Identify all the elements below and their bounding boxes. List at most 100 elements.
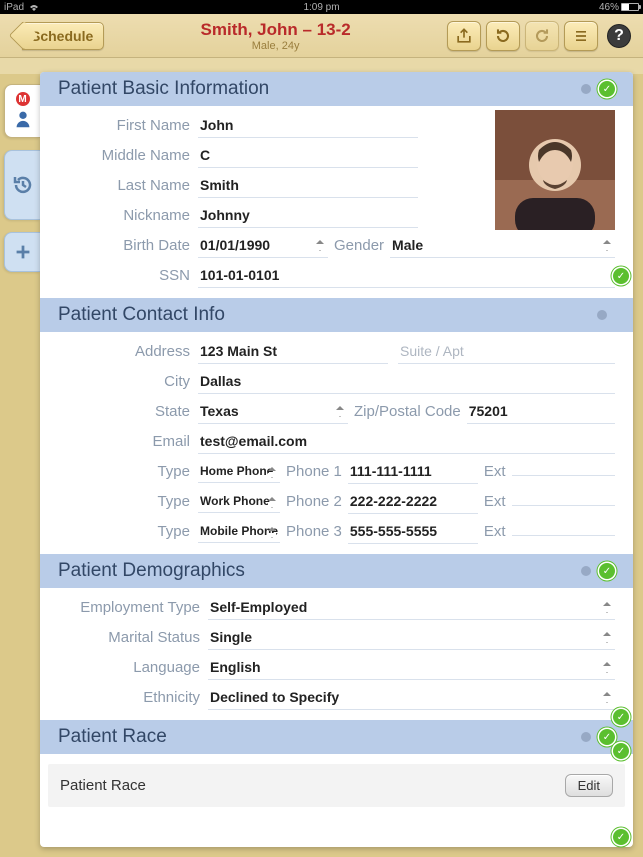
race-row: Patient Race Edit bbox=[48, 764, 625, 807]
input-suite[interactable]: Suite / Apt bbox=[398, 339, 615, 364]
row-city: City Dallas bbox=[40, 366, 633, 396]
label-city: City bbox=[58, 373, 198, 390]
content-panel: Patient Basic Information ✓ bbox=[40, 72, 633, 847]
section-header-contact[interactable]: Patient Contact Info bbox=[40, 298, 633, 332]
status-dot bbox=[581, 566, 591, 576]
input-ext3[interactable] bbox=[512, 527, 615, 536]
input-ssn[interactable]: 101-01-0101 bbox=[198, 263, 615, 288]
person-icon bbox=[12, 108, 34, 130]
list-button[interactable] bbox=[564, 21, 598, 51]
label-last-name: Last Name bbox=[58, 177, 198, 194]
share-button[interactable] bbox=[447, 21, 481, 51]
section-race: Patient Race ✓ Patient Race Edit bbox=[40, 720, 633, 807]
label-type2: Type bbox=[58, 493, 198, 510]
input-phone1[interactable]: 111-111-1111 bbox=[348, 459, 478, 484]
row-employment: Employment Type Self-Employed bbox=[40, 592, 633, 622]
patient-subtitle: Male, 24y bbox=[110, 40, 441, 52]
label-type1: Type bbox=[58, 463, 198, 480]
input-address[interactable]: 123 Main St bbox=[198, 339, 388, 364]
input-ext2[interactable] bbox=[512, 497, 615, 506]
wifi-icon bbox=[28, 3, 40, 12]
row-marital: Marital Status Single bbox=[40, 622, 633, 652]
label-marital: Marital Status bbox=[58, 629, 208, 646]
section-header-demographics[interactable]: Patient Demographics ✓ bbox=[40, 554, 633, 588]
rail-tab-add[interactable] bbox=[4, 232, 40, 272]
undo-button[interactable] bbox=[486, 21, 520, 51]
section-contact: Patient Contact Info Address 123 Main St… bbox=[40, 298, 633, 554]
row-phone3: Type Mobile Phone Phone 3 555-555-5555 E… bbox=[40, 516, 633, 546]
check-icon: ✓ bbox=[599, 81, 615, 97]
label-language: Language bbox=[58, 659, 208, 676]
input-city[interactable]: Dallas bbox=[198, 369, 615, 394]
section-demographics-title: Patient Demographics bbox=[58, 560, 581, 582]
side-check-icon: ✓ bbox=[613, 268, 629, 284]
row-ethnicity: Ethnicity Declined to Specify bbox=[40, 682, 633, 712]
section-basic-title: Patient Basic Information bbox=[58, 78, 581, 100]
row-language: Language English bbox=[40, 652, 633, 682]
undo-icon bbox=[493, 26, 513, 46]
label-birthdate: Birth Date bbox=[58, 237, 198, 254]
label-ext2: Ext bbox=[478, 493, 512, 510]
select-type1[interactable]: Home Phone bbox=[198, 460, 280, 483]
select-employment[interactable]: Self-Employed bbox=[208, 595, 615, 620]
select-language[interactable]: English bbox=[208, 655, 615, 680]
help-button[interactable]: ? bbox=[607, 24, 631, 48]
select-state[interactable]: Texas bbox=[198, 399, 348, 424]
input-phone3[interactable]: 555-555-5555 bbox=[348, 519, 478, 544]
section-basic: Patient Basic Information ✓ bbox=[40, 72, 633, 298]
rail-tab-history[interactable] bbox=[4, 150, 40, 220]
input-middle-name[interactable]: C bbox=[198, 143, 418, 168]
input-last-name[interactable]: Smith bbox=[198, 173, 418, 198]
list-icon bbox=[571, 26, 591, 46]
status-dot bbox=[597, 310, 607, 320]
select-type3[interactable]: Mobile Phone bbox=[198, 520, 280, 543]
label-employment: Employment Type bbox=[58, 599, 208, 616]
select-marital[interactable]: Single bbox=[208, 625, 615, 650]
rail-tab-patient[interactable]: M bbox=[4, 84, 40, 138]
history-icon bbox=[11, 173, 35, 197]
row-address: Address 123 Main St Suite / Apt bbox=[40, 336, 633, 366]
section-demographics: Patient Demographics ✓ Employment Type S… bbox=[40, 554, 633, 720]
row-state-zip: State Texas Zip/Postal Code 75201 bbox=[40, 396, 633, 426]
label-nickname: Nickname bbox=[58, 207, 198, 224]
back-label: Schedule bbox=[31, 28, 93, 44]
select-birthdate[interactable]: 01/01/1990 bbox=[198, 233, 328, 258]
label-phone2: Phone 2 bbox=[280, 493, 348, 510]
side-check-icon: ✓ bbox=[613, 743, 629, 759]
label-ext1: Ext bbox=[478, 463, 512, 480]
input-zip[interactable]: 75201 bbox=[467, 399, 615, 424]
label-email: Email bbox=[58, 433, 198, 450]
input-first-name[interactable]: John bbox=[198, 113, 418, 138]
section-contact-title: Patient Contact Info bbox=[58, 304, 597, 326]
section-header-basic[interactable]: Patient Basic Information ✓ bbox=[40, 72, 633, 106]
label-type3: Type bbox=[58, 523, 198, 540]
redo-button[interactable] bbox=[525, 21, 559, 51]
back-button[interactable]: Schedule bbox=[22, 22, 104, 50]
label-state: State bbox=[58, 403, 198, 420]
toolbar-title-block: Smith, John – 13-2 Male, 24y bbox=[110, 20, 441, 52]
status-dot bbox=[581, 732, 591, 742]
select-gender[interactable]: Male bbox=[390, 233, 615, 258]
input-email[interactable]: test@email.com bbox=[198, 429, 615, 454]
side-check-icon: ✓ bbox=[613, 829, 629, 845]
help-label: ? bbox=[614, 27, 624, 45]
edit-button[interactable]: Edit bbox=[565, 774, 613, 797]
row-phone2: Type Work Phone Phone 2 222-222-2222 Ext bbox=[40, 486, 633, 516]
alert-badge-icon: M bbox=[16, 92, 30, 106]
input-ext1[interactable] bbox=[512, 467, 615, 476]
label-middle-name: Middle Name bbox=[58, 147, 198, 164]
battery-percent: 46% bbox=[599, 2, 619, 13]
select-type2[interactable]: Work Phone bbox=[198, 490, 280, 513]
side-check-icon: ✓ bbox=[613, 709, 629, 725]
input-nickname[interactable]: Johnny bbox=[198, 203, 418, 228]
row-nickname: Nickname Johnny bbox=[40, 200, 633, 230]
section-header-race[interactable]: Patient Race ✓ bbox=[40, 720, 633, 754]
input-phone2[interactable]: 222-222-2222 bbox=[348, 489, 478, 514]
check-icon: ✓ bbox=[599, 563, 615, 579]
left-rail: M bbox=[4, 84, 40, 272]
section-race-title: Patient Race bbox=[58, 726, 581, 748]
device-label: iPad bbox=[4, 2, 24, 13]
check-icon: ✓ bbox=[599, 729, 615, 745]
select-ethnicity[interactable]: Declined to Specify bbox=[208, 685, 615, 710]
status-dot bbox=[581, 84, 591, 94]
